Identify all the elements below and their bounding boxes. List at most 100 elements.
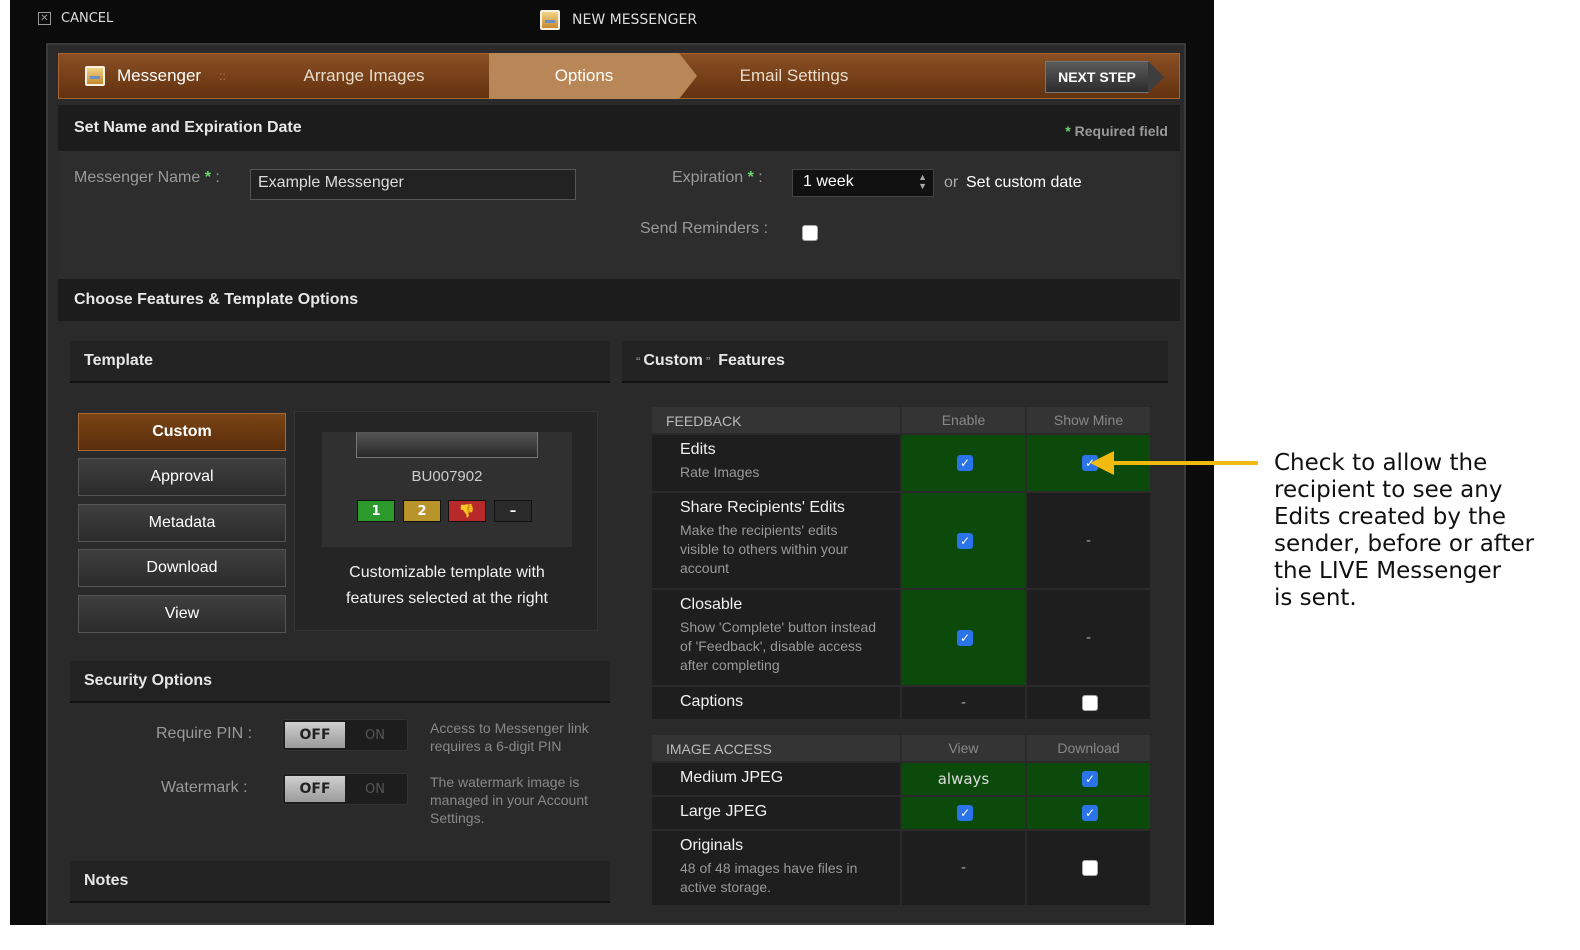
originals-download-checkbox[interactable]	[1082, 860, 1098, 876]
captions-show-mine-checkbox[interactable]	[1082, 695, 1098, 711]
next-step-button[interactable]: NEXT STEP	[1045, 61, 1164, 93]
watermark-label: Watermark :	[161, 779, 248, 796]
template-approval-button[interactable]: Approval	[78, 458, 286, 496]
enable-cell: ✓	[900, 435, 1025, 491]
show-mine-cell: -	[1025, 590, 1150, 685]
download-cell: ✓	[1025, 763, 1150, 795]
table-spacer	[652, 721, 1150, 735]
feature-cell: Share Recipients' Edits Make the recipie…	[652, 493, 900, 588]
toggle-off: OFF	[285, 722, 345, 748]
step-messenger[interactable]: Messenger ::	[59, 53, 239, 99]
template-metadata-button[interactable]: Metadata	[78, 504, 286, 542]
messenger-icon	[85, 66, 105, 86]
feature-title: Edits	[680, 441, 716, 458]
template-view-button[interactable]: View	[78, 595, 286, 633]
custom-features-header: “ Custom ” Features	[622, 341, 1168, 383]
feedback-header-row: FEEDBACK Enable Show Mine	[652, 407, 1150, 435]
cancel-label: CANCEL	[61, 11, 114, 26]
feature-subtitle: Show 'Complete' button instead of 'Feedb…	[680, 619, 877, 673]
download-cell: ✓	[1025, 797, 1150, 829]
thumbs-down-icon: 👎	[448, 500, 486, 522]
send-reminders-label: Send Reminders :	[640, 220, 769, 237]
wizard-frame: Messenger :: Arrange Images Options Emai…	[46, 43, 1186, 925]
messenger-app-window: ✕ CANCEL NEW MESSENGER Messenger :: Arra…	[10, 0, 1214, 925]
feature-title: Share Recipients' Edits	[680, 499, 845, 516]
set-custom-date-link[interactable]: Set custom date	[966, 174, 1082, 192]
feedback-header: FEEDBACK	[652, 407, 900, 433]
close-icon: ✕	[38, 12, 51, 25]
access-cell: Medium JPEG	[652, 763, 900, 795]
template-header: Template	[70, 341, 610, 383]
template-download-button[interactable]: Download	[78, 549, 286, 587]
expiration-label: Expiration * :	[672, 169, 763, 186]
large-jpeg-download-checkbox[interactable]: ✓	[1082, 805, 1098, 821]
features-section-title: Choose Features & Template Options	[74, 291, 359, 308]
view-cell: always	[900, 763, 1025, 795]
step-options[interactable]: Options	[489, 53, 697, 99]
annotation-callout: Check to allow the recipient to see any …	[1274, 450, 1535, 611]
show-mine-cell: -	[1025, 493, 1150, 588]
preview-image-id: BU007902	[411, 468, 483, 485]
features-section-header: Choose Features & Template Options	[58, 279, 1180, 321]
enable-cell: ✓	[900, 590, 1025, 685]
show-mine-cell	[1025, 687, 1150, 719]
rating-1-button: 1	[357, 500, 395, 522]
notes-header: Notes	[70, 861, 610, 903]
download-column-header: Download	[1025, 735, 1150, 761]
feature-cell: Closable Show 'Complete' button instead …	[652, 590, 900, 685]
feature-cell: Edits Rate Images	[652, 435, 900, 491]
name-panel	[58, 151, 1180, 279]
security-options-header: Security Options	[70, 661, 610, 703]
access-row-originals: Originals 48 of 48 images have files in …	[652, 831, 1150, 907]
large-jpeg-view-checkbox[interactable]: ✓	[957, 805, 973, 821]
edits-enable-checkbox[interactable]: ✓	[957, 455, 973, 471]
feature-row-edits: Edits Rate Images ✓ ✓	[652, 435, 1150, 493]
enable-cell: -	[900, 687, 1025, 719]
access-cell: Originals 48 of 48 images have files in …	[652, 831, 900, 905]
feature-subtitle: Make the recipients' edits visible to ot…	[680, 522, 849, 576]
share-edits-enable-checkbox[interactable]: ✓	[957, 532, 973, 549]
template-custom-button[interactable]: Custom	[78, 413, 286, 451]
view-cell: -	[900, 831, 1025, 905]
select-arrows-icon: ▲ ▼	[918, 172, 927, 191]
messenger-icon	[540, 10, 560, 30]
step-separator: ::	[219, 69, 226, 83]
enable-column-header: Enable	[900, 407, 1025, 433]
top-bar: ✕ CANCEL NEW MESSENGER	[10, 0, 1214, 42]
access-row-large-jpeg: Large JPEG ✓ ✓	[652, 797, 1150, 831]
closable-enable-checkbox[interactable]: ✓	[957, 629, 973, 646]
medium-jpeg-download-checkbox[interactable]: ✓	[1082, 771, 1098, 787]
require-pin-label: Require PIN :	[156, 725, 253, 742]
preview-thumbnail	[356, 432, 538, 458]
template-description: Customizable template with features sele…	[346, 564, 548, 607]
right-column: “ Custom ” Features FEEDBACK Enable Show…	[622, 341, 1168, 921]
features-table: FEEDBACK Enable Show Mine Edits Rate Ima…	[652, 407, 1150, 907]
watermark-toggle[interactable]: OFF ON	[282, 773, 408, 805]
cancel-button[interactable]: ✕ CANCEL	[38, 11, 113, 26]
name-section-title: Set Name and Expiration Date	[74, 119, 302, 136]
expiration-select[interactable]: 1 week ▲ ▼	[792, 169, 934, 197]
preview-card: BU007902 1 2 👎 –	[322, 432, 572, 547]
template-preview: BU007902 1 2 👎 – Customizable template w…	[294, 411, 598, 631]
feature-row-captions: Captions -	[652, 687, 1150, 721]
messenger-name-input[interactable]: Example Messenger	[250, 169, 576, 200]
or-text: or	[944, 174, 959, 191]
require-pin-toggle[interactable]: OFF ON	[282, 719, 408, 751]
feature-subtitle: Rate Images	[680, 464, 760, 480]
feature-cell: Captions	[652, 687, 900, 719]
feature-row-closable: Closable Show 'Complete' button instead …	[652, 590, 1150, 687]
clear-rating-icon: –	[494, 500, 532, 522]
image-access-header-row: IMAGE ACCESS View Download	[652, 735, 1150, 763]
toggle-on: ON	[365, 727, 385, 743]
watermark-description: The watermark image is managed in your A…	[430, 774, 588, 826]
step-email-settings[interactable]: Email Settings	[679, 53, 909, 99]
window-title-text: NEW MESSENGER	[572, 12, 698, 28]
left-column: Template Custom Approval Metadata Downlo…	[70, 341, 610, 921]
annotation-arrow	[1112, 461, 1258, 465]
view-cell: ✓	[900, 797, 1025, 829]
name-section-header: Set Name and Expiration Date * Required …	[58, 105, 1180, 151]
step-arrange-images[interactable]: Arrange Images	[239, 53, 489, 99]
send-reminders-checkbox[interactable]	[802, 225, 818, 241]
step-bar: Messenger :: Arrange Images Options Emai…	[58, 53, 1180, 99]
feature-title: Captions	[680, 693, 744, 710]
